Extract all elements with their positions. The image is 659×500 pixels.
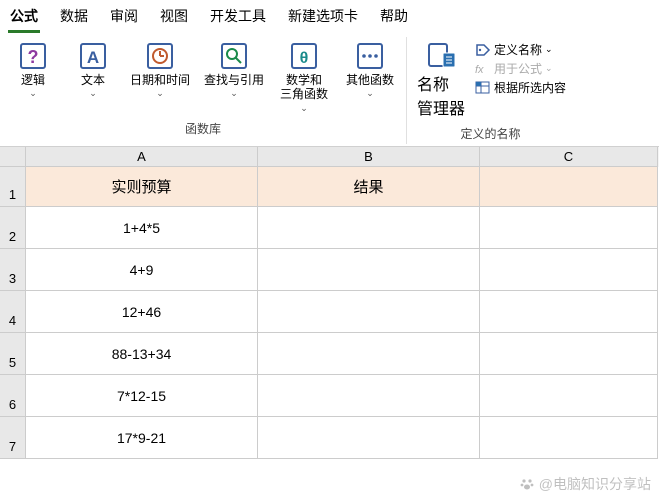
row-header[interactable]: 1 <box>0 167 26 207</box>
row-header[interactable]: 6 <box>0 375 26 417</box>
menu-tab-review[interactable]: 审阅 <box>108 4 140 33</box>
cell-C6[interactable] <box>480 375 658 417</box>
ribbon: ? 逻辑 ⌄ A 文本 ⌄ 日期和时间 ⌄ <box>0 33 659 147</box>
table-row: 21+4*5 <box>0 207 659 249</box>
cell-A1[interactable]: 实则预算 <box>26 167 258 207</box>
name-manager-icon <box>426 41 456 71</box>
row-header[interactable]: 4 <box>0 291 26 333</box>
logic-button[interactable]: ? 逻辑 ⌄ <box>4 39 62 116</box>
datetime-label: 日期和时间 <box>130 73 190 87</box>
table-row: 1实则预算结果 <box>0 167 659 207</box>
col-header-c[interactable]: C <box>480 147 658 167</box>
ribbon-group-names: 名称 管理器 定义名称 ⌄ fx 用于公式 ⌄ 根据所选内容 定义的 <box>407 37 574 144</box>
watermark-text: @电脑知识分享站 <box>539 474 651 494</box>
from-selection-button[interactable]: 根据所选内容 <box>475 79 566 96</box>
cell-A7[interactable]: 17*9-21 <box>26 417 258 459</box>
row-header[interactable]: 5 <box>0 333 26 375</box>
dots-icon <box>357 41 383 71</box>
chevron-down-icon: ⌄ <box>29 88 37 99</box>
menu-tab-view[interactable]: 视图 <box>158 4 190 33</box>
menu-tabs: 公式 数据 审阅 视图 开发工具 新建选项卡 帮助 <box>0 0 659 33</box>
cell-C1[interactable] <box>480 167 658 207</box>
datetime-button[interactable]: 日期和时间 ⌄ <box>124 39 196 116</box>
text-icon: A <box>80 41 106 71</box>
define-name-button[interactable]: 定义名称 ⌄ <box>475 41 566 58</box>
name-manager-label: 名称 管理器 <box>417 71 465 119</box>
chevron-down-icon: ⌄ <box>300 103 308 114</box>
math-button[interactable]: θ 数学和 三角函数 ⌄ <box>272 39 336 116</box>
cell-B5[interactable] <box>258 333 480 375</box>
from-selection-label: 根据所选内容 <box>494 79 566 96</box>
spreadsheet: A B C 1实则预算结果21+4*534+9412+46588-13+3467… <box>0 147 659 459</box>
logic-label: 逻辑 <box>21 73 45 87</box>
use-formula-label: 用于公式 <box>494 60 542 77</box>
cell-A5[interactable]: 88-13+34 <box>26 333 258 375</box>
row-header[interactable]: 2 <box>0 207 26 249</box>
col-header-a[interactable]: A <box>26 147 258 167</box>
chevron-down-icon: ⌄ <box>545 44 553 55</box>
theta-icon: θ <box>291 41 317 71</box>
menu-tab-formula[interactable]: 公式 <box>8 4 40 33</box>
math-label: 数学和 三角函数 <box>280 73 328 102</box>
watermark: @电脑知识分享站 <box>519 474 651 494</box>
cell-A4[interactable]: 12+46 <box>26 291 258 333</box>
menu-tab-help[interactable]: 帮助 <box>378 4 410 33</box>
define-name-label: 定义名称 <box>494 41 542 58</box>
table-row: 34+9 <box>0 249 659 291</box>
lookup-button[interactable]: 查找与引用 ⌄ <box>198 39 270 116</box>
cell-B7[interactable] <box>258 417 480 459</box>
menu-tab-devtools[interactable]: 开发工具 <box>208 4 268 33</box>
cell-A6[interactable]: 7*12-15 <box>26 375 258 417</box>
svg-text:?: ? <box>28 47 39 67</box>
menu-tab-data[interactable]: 数据 <box>58 4 90 33</box>
more-func-label: 其他函数 <box>346 73 394 87</box>
chevron-down-icon: ⌄ <box>156 88 164 99</box>
cell-A3[interactable]: 4+9 <box>26 249 258 291</box>
cell-C3[interactable] <box>480 249 658 291</box>
group-names-title: 定义的名称 <box>461 125 521 142</box>
row-header[interactable]: 3 <box>0 249 26 291</box>
table-row: 67*12-15 <box>0 375 659 417</box>
grid-icon <box>475 81 491 95</box>
cell-C7[interactable] <box>480 417 658 459</box>
fx-icon: fx <box>475 62 491 76</box>
chevron-down-icon: ⌄ <box>366 88 374 99</box>
svg-text:fx: fx <box>475 64 484 76</box>
search-icon <box>221 41 247 71</box>
cell-C5[interactable] <box>480 333 658 375</box>
cell-B1[interactable]: 结果 <box>258 167 480 207</box>
table-row: 588-13+34 <box>0 333 659 375</box>
tag-icon <box>475 43 491 57</box>
question-icon: ? <box>20 41 46 71</box>
cell-C2[interactable] <box>480 207 658 249</box>
col-header-b[interactable]: B <box>258 147 480 167</box>
table-row: 717*9-21 <box>0 417 659 459</box>
select-all-cell[interactable] <box>0 147 26 167</box>
paw-icon <box>519 476 535 492</box>
menu-tab-newtab[interactable]: 新建选项卡 <box>286 4 360 33</box>
cell-A2[interactable]: 1+4*5 <box>26 207 258 249</box>
svg-text:θ: θ <box>300 50 309 67</box>
cell-B2[interactable] <box>258 207 480 249</box>
cell-C4[interactable] <box>480 291 658 333</box>
table-row: 412+46 <box>0 291 659 333</box>
lookup-label: 查找与引用 <box>204 73 264 87</box>
cell-B4[interactable] <box>258 291 480 333</box>
chevron-down-icon: ⌄ <box>89 88 97 99</box>
svg-text:A: A <box>87 48 99 67</box>
more-func-button[interactable]: 其他函数 ⌄ <box>338 39 402 116</box>
name-manager-button[interactable]: 名称 管理器 <box>411 39 471 121</box>
cell-B6[interactable] <box>258 375 480 417</box>
row-header[interactable]: 7 <box>0 417 26 459</box>
ribbon-group-functions: ? 逻辑 ⌄ A 文本 ⌄ 日期和时间 ⌄ <box>0 37 407 144</box>
use-formula-button[interactable]: fx 用于公式 ⌄ <box>475 60 566 77</box>
chevron-down-icon: ⌄ <box>545 63 553 74</box>
clock-icon <box>147 41 173 71</box>
cell-B3[interactable] <box>258 249 480 291</box>
text-label: 文本 <box>81 73 105 87</box>
group-functions-title: 函数库 <box>185 120 221 137</box>
chevron-down-icon: ⌄ <box>230 88 238 99</box>
text-button[interactable]: A 文本 ⌄ <box>64 39 122 116</box>
